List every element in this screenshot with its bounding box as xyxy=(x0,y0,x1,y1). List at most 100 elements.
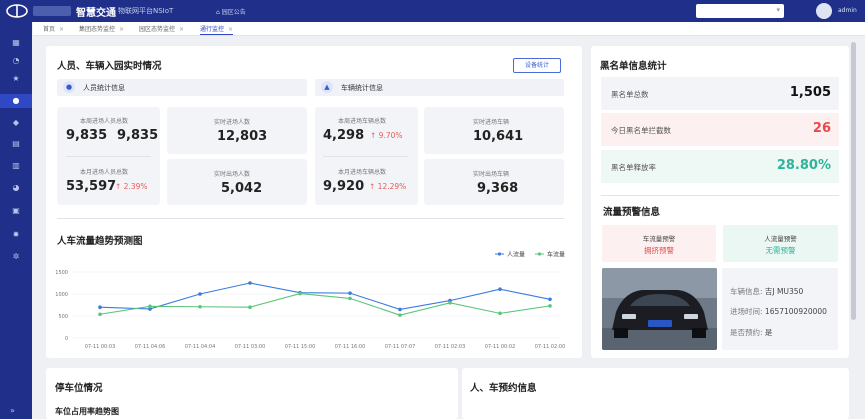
month-person-value: 53,597 xyxy=(66,179,117,194)
vehicle-alert-box: 车流量预警 拥挤预警 xyxy=(602,225,716,262)
close-icon[interactable]: × xyxy=(119,26,124,33)
person-alert-status: 无需预警 xyxy=(765,246,796,255)
blacklist-total-value: 1,505 xyxy=(789,85,831,100)
reserved-row: 是否预约: 是 xyxy=(730,328,773,337)
blacklist-rate-value: 28.80% xyxy=(776,158,831,173)
section-divider xyxy=(57,218,564,219)
week-person-value-a: 9,835 xyxy=(66,128,108,143)
global-search-input[interactable]: ▾ xyxy=(696,4,784,18)
month-vehicle-change: ↑ 12.29% xyxy=(369,182,407,191)
notice-link[interactable]: ⌂ 园区公告 xyxy=(216,7,246,16)
collapse-icon[interactable]: » xyxy=(10,406,15,415)
realtime-in-person-value: 12,803 xyxy=(217,129,268,144)
car-image xyxy=(602,268,717,350)
realtime-in-person-label: 实时进场人数 xyxy=(214,119,251,126)
star-icon[interactable]: ★ xyxy=(0,72,32,86)
clock-icon[interactable]: ◔ xyxy=(0,54,32,68)
series-line-1 xyxy=(99,293,551,316)
logo-text-blurred xyxy=(33,6,71,16)
divider xyxy=(66,156,151,157)
x-tick-label: 07-11 16:00 xyxy=(335,344,366,350)
bell-icon[interactable]: ◆ xyxy=(0,116,32,130)
close-icon[interactable]: × xyxy=(228,26,233,33)
data-point xyxy=(398,313,402,317)
building-icon[interactable]: ▥ xyxy=(0,159,32,173)
x-tick-label: 07-11 07:07 xyxy=(385,344,416,350)
blacklist-rate-row: 黑名单释放率 28.80% xyxy=(601,150,839,183)
data-point xyxy=(248,281,252,285)
tab-group-monitor[interactable]: 集团态势监控 × xyxy=(79,24,124,35)
blacklist-rate-label: 黑名单释放率 xyxy=(611,163,656,172)
logo-icon xyxy=(6,4,28,18)
legend-marker xyxy=(537,252,542,256)
dashboard-icon[interactable]: ▦ xyxy=(0,36,32,50)
week-vehicle-change: ↑ 9.70% xyxy=(370,131,403,140)
top-bar: 智慧交通 物联网平台NSIoT ⌂ 园区公告 ▾ admin xyxy=(0,0,865,22)
divider xyxy=(323,156,408,157)
blacklist-total-label: 黑名单总数 xyxy=(611,90,649,99)
data-point xyxy=(148,304,152,309)
data-point xyxy=(548,297,552,302)
person-stats-label: 人员统计信息 xyxy=(83,84,125,92)
month-person-label: 本月进场人员总数 xyxy=(80,169,129,176)
tab-traffic-monitor[interactable]: 通行监控 × xyxy=(200,24,234,35)
person-icon: ● xyxy=(63,81,75,93)
device-stats-button[interactable]: 设备统计 xyxy=(513,58,561,73)
sidebar: ▦ ◔ ★ ● ◆ ▤ ▥ ◕ ▣ ✹ ✲ » xyxy=(0,22,32,419)
legend-marker xyxy=(497,252,502,256)
realtime-in-vehicle-value: 10,641 xyxy=(473,129,524,144)
vehicle-stats-header: ▲ 车辆统计信息 xyxy=(315,79,564,96)
data-point xyxy=(448,301,452,305)
car-icon: ▲ xyxy=(321,81,333,93)
legend-label: 车流量 xyxy=(547,251,565,259)
avatar[interactable] xyxy=(816,3,832,19)
calendar-icon[interactable]: ▣ xyxy=(0,204,32,218)
tab-park-monitor[interactable]: 园区态势监控 × xyxy=(139,24,184,35)
entry-time-row: 进场时间: 1657100920000 xyxy=(730,307,827,316)
vehicle-stats-label: 车辆统计信息 xyxy=(341,84,383,92)
week-person-value-b: 9,835 xyxy=(117,128,159,143)
notice-label: 园区公告 xyxy=(221,9,246,16)
person-alert-label: 人流量预警 xyxy=(764,235,797,243)
realtime-out-person-label: 实时出场人数 xyxy=(214,171,251,178)
week-person-label: 本周进场人员总数 xyxy=(80,118,129,125)
data-point xyxy=(98,305,102,309)
document-icon[interactable]: ▤ xyxy=(0,137,32,151)
parking-subtitle: 车位占用率趋势图 xyxy=(55,407,119,416)
y-tick-label: 1500 xyxy=(55,270,68,276)
user-icon[interactable]: ● xyxy=(0,94,32,108)
x-tick-label: 07-11 04:04 xyxy=(185,344,216,350)
realtime-out-person-value: 5,042 xyxy=(221,181,263,196)
blacklist-total-row: 黑名单总数 1,505 xyxy=(601,77,839,110)
x-tick-label: 07-11 04:06 xyxy=(135,344,166,350)
week-vehicle-label: 本周进场车辆总数 xyxy=(338,118,387,125)
brand-title: 智慧交通 xyxy=(76,8,116,19)
blacklist-today-label: 今日黑名单拦截数 xyxy=(611,126,671,135)
blacklist-today-row: 今日黑名单拦截数 26 xyxy=(601,113,839,146)
blacklist-today-value: 26 xyxy=(812,121,831,136)
realtime-in-vehicle-label: 实时进场车辆 xyxy=(473,119,510,126)
vehicle-plate-row: 车辆信息: 吉J MU350 xyxy=(730,287,804,296)
tab-bar: 首页 × 集团态势监控 × 园区态势监控 × 通行监控 × xyxy=(33,22,865,36)
data-point xyxy=(398,307,402,312)
settings-icon[interactable]: ✹ xyxy=(0,228,32,242)
gear-icon[interactable]: ✲ xyxy=(0,250,32,264)
week-vehicle-value: 4,298 xyxy=(323,128,365,143)
close-icon[interactable]: × xyxy=(179,26,184,33)
realtime-title: 人员、车辆入园实时情况 xyxy=(57,61,162,72)
month-person-change: ↑ 2.39% xyxy=(115,182,148,191)
scrollbar[interactable] xyxy=(851,42,856,320)
pie-icon[interactable]: ◕ xyxy=(0,181,32,195)
month-vehicle-value: 9,920 xyxy=(323,179,365,194)
x-tick-label: 07-11 00:02 xyxy=(485,344,516,350)
user-name[interactable]: admin xyxy=(838,7,857,14)
close-icon[interactable]: × xyxy=(59,26,64,33)
tab-home[interactable]: 首页 × xyxy=(43,24,64,35)
blacklist-title: 黑名单信息统计 xyxy=(600,61,667,72)
section-divider xyxy=(601,195,839,196)
x-tick-label: 07-11 00:03 xyxy=(85,344,116,350)
vehicle-alert-label: 车流量预警 xyxy=(642,235,676,243)
traffic-alert-title: 流量预警信息 xyxy=(603,207,661,218)
reservation-title: 人、车预约信息 xyxy=(470,383,537,394)
data-point xyxy=(198,304,202,309)
